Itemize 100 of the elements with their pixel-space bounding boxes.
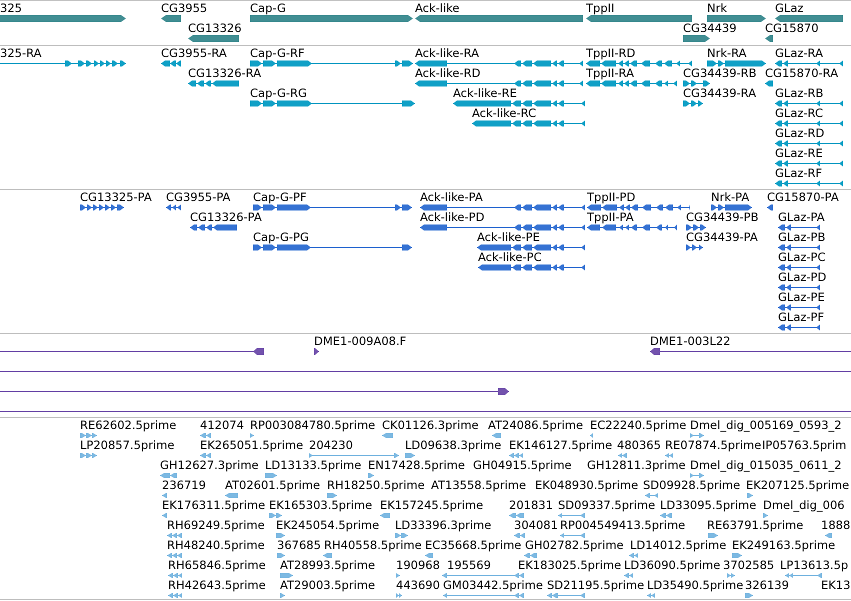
est-glyph[interactable] bbox=[443, 593, 524, 598]
transcript-glyph[interactable] bbox=[453, 100, 585, 106]
protein-glyph[interactable] bbox=[253, 204, 412, 210]
transcript-glyph[interactable] bbox=[415, 80, 583, 86]
transcript-glyph[interactable] bbox=[775, 100, 843, 106]
transcript-glyph[interactable] bbox=[586, 60, 692, 66]
protein-glyph[interactable] bbox=[767, 204, 773, 210]
protein-glyph[interactable] bbox=[778, 304, 820, 310]
est-glyph[interactable] bbox=[265, 473, 277, 478]
est-glyph[interactable] bbox=[509, 453, 523, 458]
protein-glyph[interactable] bbox=[166, 204, 181, 210]
est-glyph[interactable] bbox=[405, 453, 415, 458]
transcript-glyph[interactable] bbox=[161, 60, 181, 66]
protein-glyph[interactable] bbox=[477, 244, 585, 250]
clone-glyph[interactable] bbox=[0, 388, 509, 395]
protein-glyph[interactable] bbox=[778, 244, 820, 250]
protein-glyph[interactable] bbox=[778, 284, 820, 290]
est-glyph[interactable] bbox=[160, 473, 177, 478]
gene-glyph[interactable] bbox=[775, 15, 843, 22]
est-glyph[interactable] bbox=[168, 573, 182, 578]
est-glyph[interactable] bbox=[382, 433, 393, 438]
est-glyph[interactable] bbox=[277, 553, 285, 558]
est-glyph[interactable] bbox=[629, 553, 638, 558]
est-glyph[interactable] bbox=[645, 493, 658, 498]
transcript-glyph[interactable] bbox=[472, 120, 585, 126]
est-glyph[interactable] bbox=[425, 553, 433, 558]
clone-glyph[interactable] bbox=[0, 348, 264, 355]
gene-glyph[interactable] bbox=[161, 15, 181, 22]
transcript-glyph[interactable] bbox=[188, 80, 239, 86]
est-glyph[interactable] bbox=[167, 533, 182, 538]
est-glyph[interactable] bbox=[168, 593, 182, 598]
est-glyph[interactable] bbox=[162, 513, 167, 518]
est-glyph[interactable] bbox=[280, 593, 285, 598]
transcript-glyph[interactable] bbox=[250, 100, 415, 106]
transcript-glyph[interactable] bbox=[683, 100, 703, 106]
est-glyph[interactable] bbox=[647, 593, 655, 598]
est-glyph[interactable] bbox=[327, 493, 337, 498]
est-glyph[interactable] bbox=[763, 513, 768, 518]
protein-glyph[interactable] bbox=[190, 224, 237, 230]
est-glyph[interactable] bbox=[624, 573, 633, 578]
transcript-glyph[interactable] bbox=[683, 80, 710, 86]
est-glyph[interactable] bbox=[368, 473, 374, 478]
est-glyph[interactable] bbox=[732, 553, 742, 558]
transcript-glyph[interactable] bbox=[415, 60, 583, 66]
est-glyph[interactable] bbox=[547, 593, 585, 598]
gene-glyph[interactable] bbox=[707, 15, 766, 22]
gene-glyph[interactable] bbox=[586, 15, 692, 22]
est-glyph[interactable] bbox=[708, 533, 718, 538]
est-glyph[interactable] bbox=[80, 433, 97, 438]
est-glyph[interactable] bbox=[558, 513, 585, 518]
est-glyph[interactable] bbox=[309, 453, 399, 458]
est-glyph[interactable] bbox=[395, 533, 408, 538]
protein-glyph[interactable] bbox=[778, 264, 820, 270]
protein-glyph[interactable] bbox=[778, 324, 820, 330]
gene-glyph[interactable] bbox=[0, 15, 126, 22]
transcript-glyph[interactable] bbox=[765, 80, 773, 86]
transcript-glyph[interactable] bbox=[775, 160, 843, 166]
est-glyph[interactable] bbox=[80, 453, 97, 458]
protein-glyph[interactable] bbox=[420, 204, 585, 210]
gene-glyph[interactable] bbox=[188, 35, 239, 42]
est-glyph[interactable] bbox=[276, 533, 285, 538]
est-glyph[interactable] bbox=[250, 433, 254, 438]
protein-glyph[interactable] bbox=[778, 224, 820, 230]
est-glyph[interactable] bbox=[200, 453, 211, 458]
est-glyph[interactable] bbox=[200, 433, 211, 438]
est-glyph[interactable] bbox=[509, 513, 524, 518]
est-glyph[interactable] bbox=[524, 553, 537, 558]
est-glyph[interactable] bbox=[825, 533, 832, 538]
transcript-glyph[interactable] bbox=[0, 60, 126, 66]
est-glyph[interactable] bbox=[618, 453, 627, 458]
est-glyph[interactable] bbox=[492, 433, 501, 438]
est-glyph[interactable] bbox=[690, 433, 704, 438]
protein-glyph[interactable] bbox=[420, 224, 585, 230]
protein-glyph[interactable] bbox=[686, 244, 703, 250]
est-glyph[interactable] bbox=[727, 573, 735, 578]
transcript-glyph[interactable] bbox=[707, 60, 766, 66]
est-glyph[interactable] bbox=[660, 513, 672, 518]
protein-glyph[interactable] bbox=[711, 204, 752, 210]
est-glyph[interactable] bbox=[396, 573, 400, 578]
est-glyph[interactable] bbox=[280, 573, 293, 578]
est-glyph[interactable] bbox=[590, 433, 593, 438]
est-glyph[interactable] bbox=[690, 473, 704, 478]
gene-glyph[interactable] bbox=[683, 35, 710, 42]
protein-glyph[interactable] bbox=[587, 204, 690, 210]
protein-glyph[interactable] bbox=[253, 244, 412, 250]
est-glyph[interactable] bbox=[380, 513, 390, 518]
est-glyph[interactable] bbox=[162, 493, 167, 498]
protein-glyph[interactable] bbox=[587, 224, 677, 230]
clone-glyph[interactable] bbox=[314, 348, 319, 355]
est-glyph[interactable] bbox=[560, 533, 585, 538]
protein-glyph[interactable] bbox=[478, 264, 585, 270]
clone-glyph[interactable] bbox=[650, 348, 851, 355]
transcript-glyph[interactable] bbox=[775, 180, 843, 186]
est-glyph[interactable] bbox=[665, 453, 673, 458]
transcript-glyph[interactable] bbox=[775, 120, 843, 126]
transcript-glyph[interactable] bbox=[586, 80, 677, 86]
transcript-glyph[interactable] bbox=[775, 60, 843, 66]
est-glyph[interactable] bbox=[747, 493, 753, 498]
est-glyph[interactable] bbox=[225, 493, 238, 498]
est-glyph[interactable] bbox=[745, 593, 753, 598]
